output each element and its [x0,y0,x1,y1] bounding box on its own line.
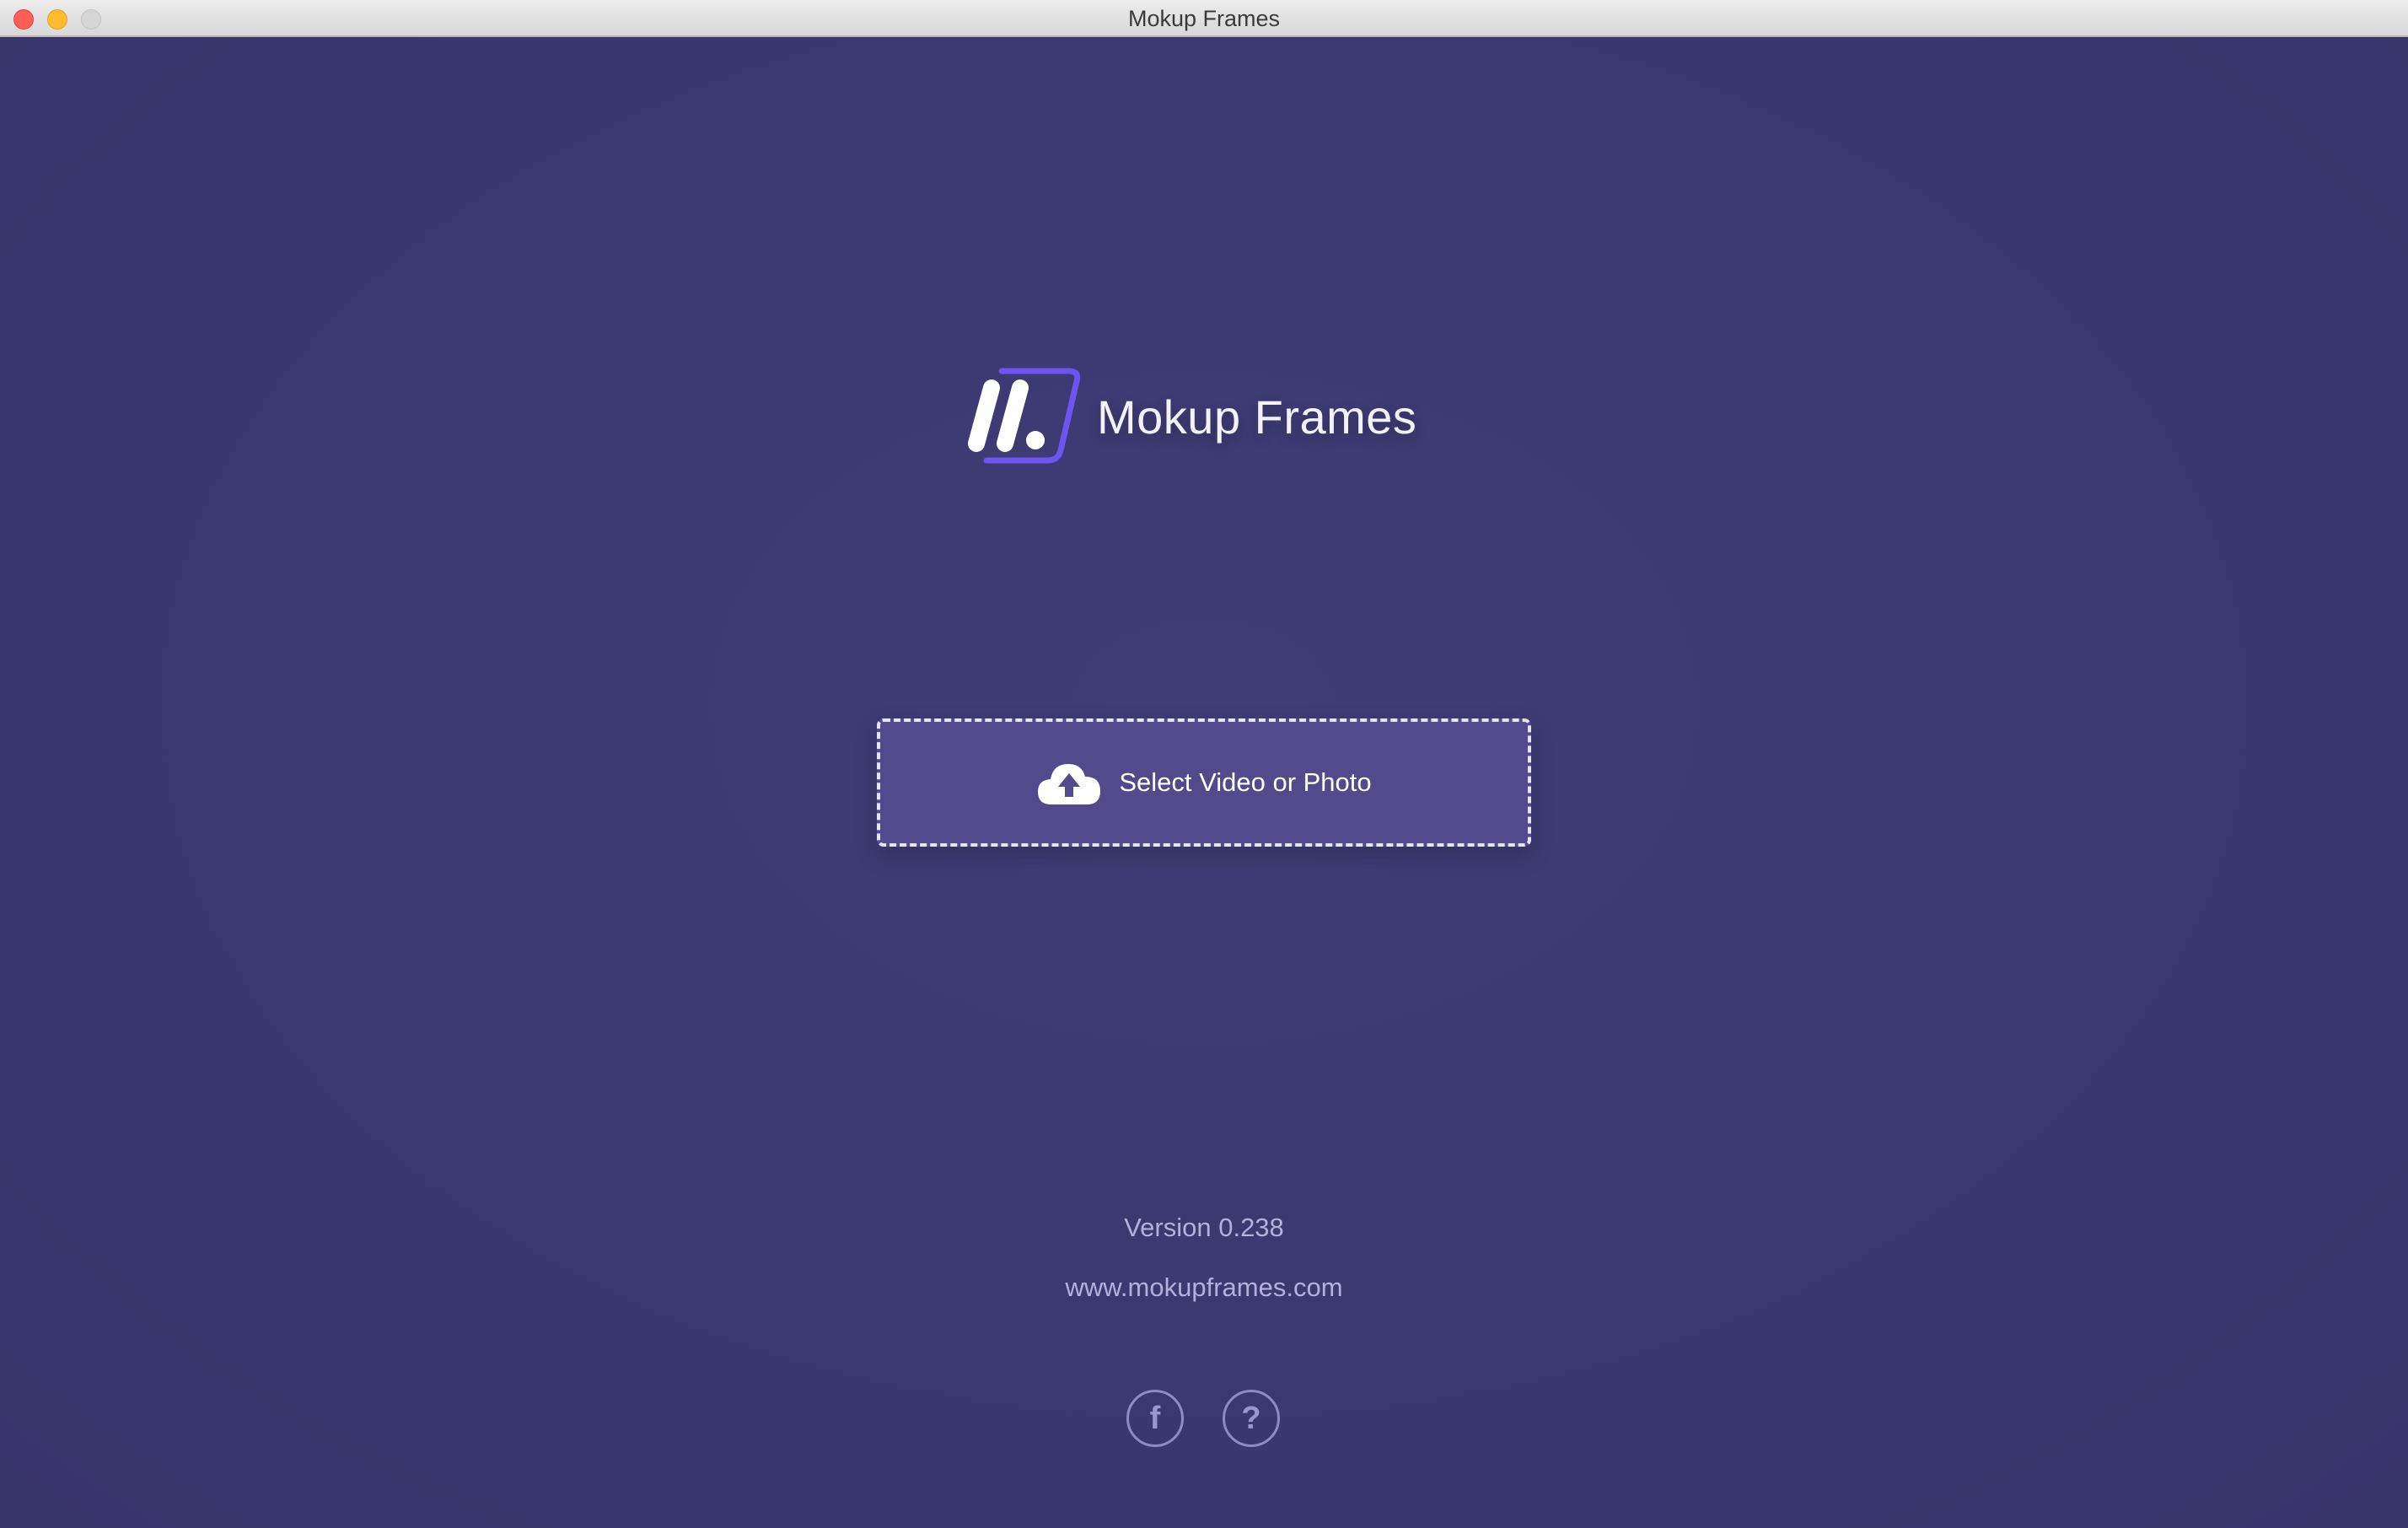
app-window: Mokup Frames Mokup Frames Select Video o… [0,0,2408,1528]
website-link[interactable]: www.mokupframes.com [0,1272,2408,1303]
select-video-or-photo-label: Select Video or Photo [1119,767,1372,797]
facebook-icon[interactable]: f [1126,1390,1184,1447]
footer-icons: f ? [1126,1390,1280,1447]
window-title: Mokup Frames [1127,6,1281,31]
main-content: Mokup Frames Select Video or Photo Versi… [0,37,2408,1528]
version-label: Version 0.238 [1124,1213,1284,1242]
title-bar[interactable]: Mokup Frames [0,0,2408,37]
brand-header: Mokup Frames [961,366,1416,467]
cloud-upload-icon [1038,764,1101,804]
app-name: Mokup Frames [1097,390,1417,444]
mokup-frames-logo-icon [968,368,1081,464]
help-icon[interactable]: ? [1223,1390,1280,1447]
select-video-or-photo-button[interactable]: Select Video or Photo [877,718,1531,847]
